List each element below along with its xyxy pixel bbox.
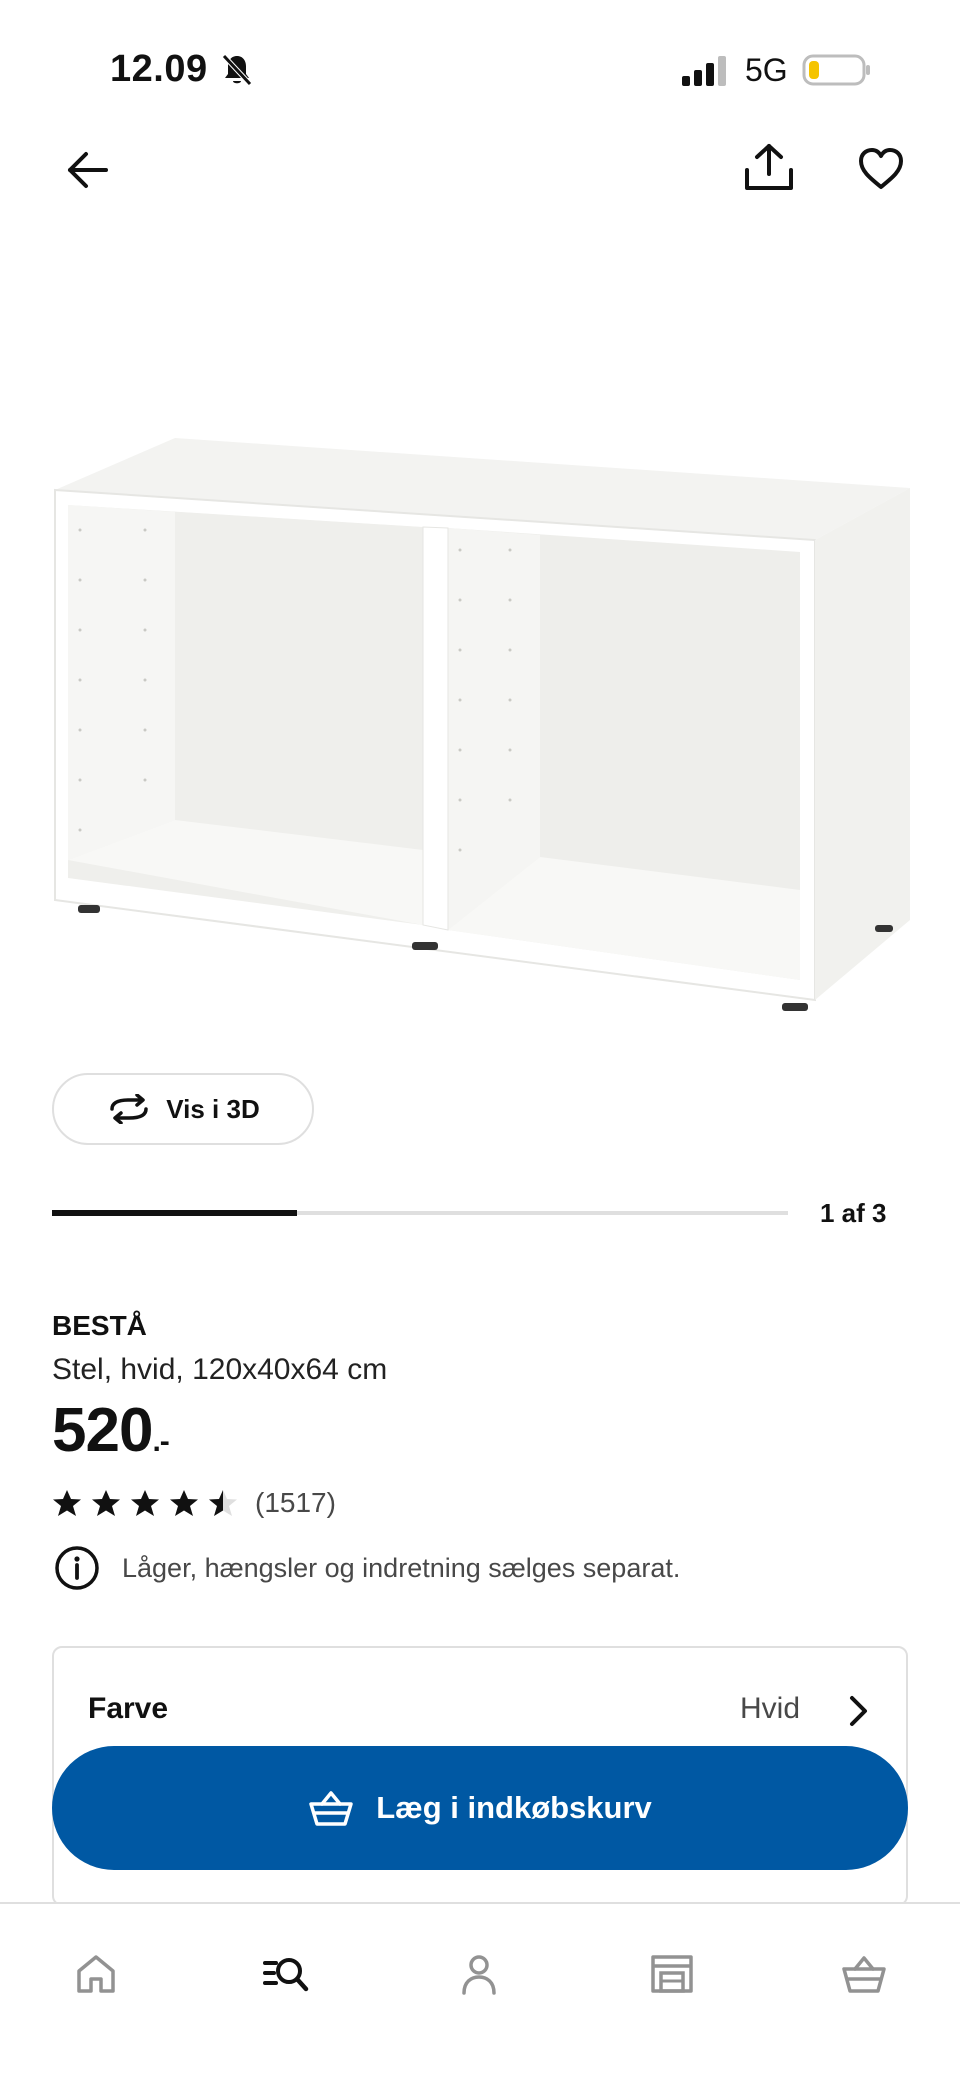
star-half-icon — [209, 1490, 237, 1516]
nav-stores[interactable] — [640, 1942, 704, 2006]
signal-icon — [682, 56, 726, 86]
info-icon — [55, 1546, 99, 1590]
battery-icon — [802, 54, 870, 86]
image-counter: 1 af 3 — [820, 1198, 887, 1228]
image-progress-fill — [52, 1210, 298, 1216]
price-value: 520 — [52, 1396, 153, 1465]
basket-icon — [309, 1791, 353, 1826]
nav-basket[interactable] — [832, 1942, 896, 2006]
nav-search[interactable] — [254, 1942, 318, 2006]
product-rating[interactable]: (1517) — [52, 1487, 336, 1519]
status-bar: 12.09 5G — [0, 0, 960, 140]
product-notice: Låger, hængsler og indretning sælges sep… — [54, 1545, 680, 1591]
arrow-left-icon — [68, 152, 108, 188]
view-in-3d-button[interactable]: Vis i 3D — [52, 1073, 314, 1145]
network-label: 5G — [745, 52, 788, 88]
price-suffix: .- — [152, 1425, 169, 1458]
add-to-cart-label: Læg i indkøbskurv — [376, 1790, 652, 1825]
product-name: BESTÅ — [52, 1310, 147, 1341]
star-full-icon — [170, 1490, 198, 1516]
product-description: Stel, hvid, 120x40x64 cm — [52, 1353, 388, 1386]
nav-profile[interactable] — [447, 1942, 511, 2006]
view-in-3d-label: Vis i 3D — [166, 1093, 260, 1124]
profile-icon — [462, 1955, 496, 1995]
review-count: (1517) — [255, 1487, 336, 1518]
search-icon — [263, 1958, 309, 1992]
store-icon — [651, 1955, 693, 1993]
home-icon — [77, 1955, 115, 1993]
nav-home[interactable] — [64, 1942, 128, 2006]
notice-text: Låger, hængsler og indretning sælges sep… — [122, 1552, 681, 1583]
star-full-icon — [53, 1490, 81, 1516]
back-button[interactable] — [60, 145, 116, 195]
bell-muted-icon — [222, 54, 252, 86]
favorite-button[interactable] — [856, 144, 906, 194]
share-button[interactable] — [742, 140, 796, 196]
basket-icon — [842, 1956, 886, 1993]
star-full-icon — [92, 1490, 120, 1516]
star-full-icon — [131, 1490, 159, 1516]
rotate-3d-icon — [110, 1094, 149, 1124]
bottom-navigation — [0, 1902, 960, 2086]
color-option-label: Farve — [88, 1692, 169, 1725]
image-progress-bar — [52, 1210, 788, 1216]
add-to-cart-button[interactable]: Læg i indkøbskurv — [52, 1746, 908, 1870]
chevron-right-icon — [850, 1696, 867, 1726]
product-image[interactable] — [40, 420, 920, 1020]
status-time: 12.09 — [110, 48, 208, 90]
product-price: 520.- — [52, 1395, 170, 1466]
heart-icon — [859, 148, 903, 189]
color-option-value: Hvid — [739, 1692, 800, 1725]
share-icon — [745, 144, 793, 190]
